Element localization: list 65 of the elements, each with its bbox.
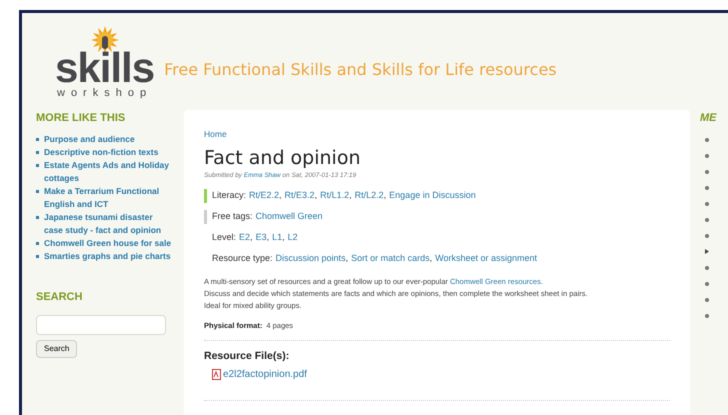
separator-comma: , [430,252,432,266]
taxonomy-label: Free tags: [212,210,253,224]
taxonomy-term-link[interactable]: Rt/E3.2 [284,189,315,203]
bullet-icon [36,164,39,166]
bullet-icon [705,298,709,302]
search-button[interactable]: Search [36,340,78,358]
taxonomy-term-link[interactable]: E2 [239,231,250,245]
sidebar-heading: ME [700,111,716,126]
taxonomy-term-link[interactable]: Worksheet or assignment [435,252,538,266]
taxonomy-term-link[interactable]: Rt/L1.2 [320,189,350,203]
taxonomy-label: Resource type: [212,252,273,266]
site-tagline: Free Functional Skills and Skills for Life resources [164,59,557,81]
bullet-icon [36,242,39,244]
separator-comma: , [282,231,285,244]
file-link[interactable]: e2l2factopinion.pdf [223,366,307,382]
separator-comma: , [279,189,282,202]
bullet-icon [36,150,39,154]
bullet-icon [705,314,709,318]
taxonomy-label: Level: [212,231,236,244]
bullet-icon [705,170,709,174]
taxonomy-term-link[interactable]: L2 [288,231,298,245]
bullet-icon [36,216,39,218]
separator-comma: , [346,252,348,266]
taxonomy-term-link[interactable]: Rt/L2.2 [354,189,384,203]
bullet-icon [705,234,709,238]
separator-comma: , [349,189,352,202]
breadcrumb-link[interactable]: Home [204,128,670,141]
separator-comma: , [266,231,270,244]
files-heading: Resource File(s): [204,348,290,364]
bullet-icon [705,218,709,222]
taxonomy-term-link[interactable]: Sort or match cards [351,252,430,266]
logo-subtitle: workshop [57,87,152,100]
separator-comma: , [250,231,253,244]
taxonomy-term-link[interactable]: Rt/E2.2 [249,189,280,203]
related-link[interactable]: Chomwell Green house for sale [44,236,172,250]
page-title: Fact and opinion [204,146,362,169]
sidebar-heading: MORE LIKE THIS [36,111,126,126]
logo-wordmark: skills [55,49,154,87]
bullet-icon [705,186,709,190]
bullet-icon [36,254,39,258]
related-link[interactable]: Make a Terrarium Functional English and ICT [44,184,172,210]
arrow-bullet-icon [705,249,709,254]
taxonomy-term-link[interactable]: Engage in Discussion [389,189,476,203]
bullet-icon [36,138,39,140]
separator-comma: , [384,189,386,202]
related-link[interactable]: Smarties graphs and pie charts [44,250,171,262]
related-link[interactable]: Purpose and audience [44,132,135,146]
related-link[interactable]: Descriptive non-fiction texts [44,146,158,158]
bullet-icon [705,282,709,286]
search-field[interactable] [36,315,166,335]
related-link[interactable]: Japanese tsunami disaster case study - fact and opinion [44,210,172,236]
taxonomy-label: Literacy: [212,189,246,202]
related-link[interactable]: Estate Agents Ads and Holiday cottages [44,158,172,184]
bullet-icon [705,138,709,142]
bullet-icon [705,202,709,206]
taxonomy-term-link[interactable]: L1 [272,231,282,245]
taxonomy-term-link[interactable]: E3 [256,231,267,245]
bullet-icon [705,266,709,270]
sidebar-heading: SEARCH [36,290,84,304]
taxonomy-term-link[interactable]: Chomwell Green [256,210,323,224]
pdf-file-icon [212,368,221,380]
separator-comma: , [314,189,318,202]
taxonomy-term-link[interactable]: Discussion points [276,252,346,266]
bullet-icon [705,154,709,158]
bullet-icon [36,190,39,192]
